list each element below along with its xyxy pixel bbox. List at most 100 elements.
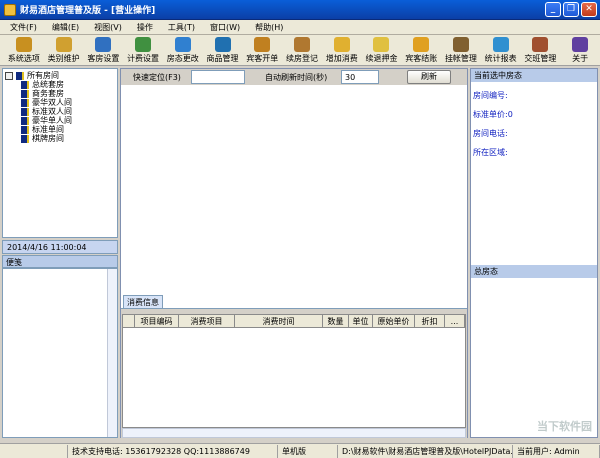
app-icon (4, 3, 16, 16)
refresh-interval-input[interactable] (341, 70, 379, 84)
book-icon (21, 98, 29, 107)
toolbar-icon (492, 37, 509, 52)
horizontal-scrollbar[interactable] (122, 428, 466, 438)
toolbar-label: 增加消费 (325, 54, 358, 63)
toolbar-button-3[interactable]: 计费设置 (123, 35, 163, 65)
tree-item-label: 商务套房 (32, 89, 64, 98)
menu-view[interactable]: 视图(V) (94, 22, 122, 33)
tree-item[interactable]: 棋牌房间 (5, 134, 115, 143)
toolbar-icon (413, 37, 430, 52)
col-item-name[interactable]: 消费项目 (179, 315, 235, 327)
toolbar-icon (333, 37, 350, 52)
quick-locate-input[interactable] (191, 70, 245, 84)
col-discount[interactable]: 折扣 (415, 315, 445, 327)
tree-item-label: 豪华双人间 (32, 98, 72, 107)
toolbar-button-7[interactable]: 续房登记 (282, 35, 322, 65)
tree-item[interactable]: 豪华单人间 (5, 116, 115, 125)
close-button[interactable]: ✕ (581, 2, 597, 17)
tree-item[interactable]: 标准单间 (5, 125, 115, 134)
book-icon (21, 89, 29, 98)
datetime-display: 2014/4/16 11:00:04 (2, 240, 118, 254)
toolbar-button-11[interactable]: 挂帐管理 (441, 35, 481, 65)
left-panel: 所有房间 总统套房 商务套房 豪华双人间 标准双人间 豪华单人间 标准单间 棋牌房间 201… (2, 68, 118, 438)
book-icon (21, 125, 29, 134)
toolbar-button-2[interactable]: 客房设置 (83, 35, 123, 65)
toolbar-button-6[interactable]: 宾客开单 (242, 35, 282, 65)
tree-item[interactable]: 豪华双人间 (5, 98, 115, 107)
toolbar-button-4[interactable]: 房态更改 (163, 35, 203, 65)
title-bar: 财易酒店管理普及版 - [营业操作] _ ❐ ✕ (0, 0, 600, 20)
tree-item[interactable]: 标准双人间 (5, 107, 115, 116)
menu-help[interactable]: 帮助(H) (255, 22, 283, 33)
book-icon (21, 116, 29, 125)
selected-room-header: 当前选中房态 (471, 69, 597, 82)
tree-item[interactable]: 总统套房 (5, 80, 115, 89)
toolbar-button-13[interactable]: 交班管理 (521, 35, 561, 65)
tree-item-label: 总统套房 (32, 80, 64, 89)
room-phone-field: 房间电话: (473, 129, 508, 138)
toolbar-label: 挂帐管理 (444, 54, 477, 63)
toolbar-button-10[interactable]: 宾客结账 (401, 35, 441, 65)
toolbar-icon (15, 37, 32, 52)
menu-file[interactable]: 文件(F) (10, 22, 37, 33)
memo-scrollbar[interactable] (107, 269, 117, 437)
menu-bar: 文件(F) 编辑(E) 视图(V) 操作 工具(T) 窗口(W) 帮助(H) (0, 20, 600, 35)
tree-item-label: 豪华单人间 (32, 116, 72, 125)
toolbar-button-1[interactable]: 类别维护 (44, 35, 84, 65)
menu-tools[interactable]: 工具(T) (168, 22, 195, 33)
consumption-grid-header: 项目编码 消费项目 消费时间 数量 单位 原始单价 折扣 ... (122, 314, 466, 328)
memo-textarea[interactable] (2, 268, 118, 438)
toolbar-label: 交班管理 (524, 54, 557, 63)
toolbar-button-0[interactable]: 系统选项 (4, 35, 44, 65)
consumption-grid-body[interactable] (122, 328, 466, 428)
toolbar-label: 续房登记 (286, 54, 318, 63)
status-bar: 技术支持电话: 15361792328 QQ:1113886749 单机版 D:… (0, 443, 600, 458)
watermark-text: 当下软件园 (537, 420, 592, 433)
tree-item-label: 棋牌房间 (32, 134, 64, 143)
book-icon (21, 80, 29, 89)
tree-item-label: 标准双人间 (32, 107, 72, 116)
col-more[interactable]: ... (445, 315, 465, 327)
status-support: 技术支持电话: 15361792328 QQ:1113886749 (68, 444, 278, 458)
toolbar-label: 关于 (572, 54, 589, 63)
menu-edit[interactable]: 编辑(E) (52, 22, 79, 33)
tree-root[interactable]: 所有房间 (5, 71, 115, 80)
book-icon (21, 107, 29, 116)
window-controls: _ ❐ ✕ (545, 2, 597, 17)
status-blank (0, 444, 68, 458)
main-room-area: 快速定位(F3) 自动刷新时间(秒) 刷新 消费信息 项目编码 消费项目 消费时… (120, 68, 468, 439)
maximize-button[interactable]: ❐ (563, 2, 579, 17)
menu-window[interactable]: 窗口(W) (210, 22, 240, 33)
toolbar-label: 房态更改 (166, 54, 199, 63)
tree-item[interactable]: 商务套房 (5, 89, 115, 98)
toolbar: 系统选项 类别维护 客房设置 计费设置 房态更改 商品管理 宾客开单 续房登记 增加消费 续退押金… (0, 35, 600, 66)
toolbar-button-14[interactable]: 关于 (560, 35, 600, 65)
col-time[interactable]: 消费时间 (235, 315, 323, 327)
toolbar-button-12[interactable]: 统计报表 (481, 35, 521, 65)
toolbar-icon (214, 37, 231, 52)
col-price[interactable]: 原始单价 (373, 315, 415, 327)
room-area-field: 所在区域: (473, 148, 508, 157)
tab-consumption[interactable]: 消费信息 (123, 295, 163, 309)
row-indicator-col (123, 315, 135, 327)
toolbar-icon (294, 37, 310, 52)
status-path: D:\财易软件\财易酒店管理普及版\HotelPJData.sys (338, 444, 513, 458)
col-unit[interactable]: 单位 (349, 315, 373, 327)
collapse-icon[interactable] (5, 71, 13, 80)
room-number-field: 房间编号: (473, 91, 508, 100)
consumption-panel: 项目编码 消费项目 消费时间 数量 单位 原始单价 折扣 ... (121, 308, 467, 439)
col-qty[interactable]: 数量 (323, 315, 349, 327)
toolbar-label: 商品管理 (206, 54, 239, 63)
tree-root-label: 所有房间 (27, 71, 59, 80)
toolbar-button-9[interactable]: 续退押金 (362, 35, 402, 65)
col-item-code[interactable]: 项目编码 (135, 315, 179, 327)
minimize-button[interactable]: _ (545, 2, 561, 17)
quick-bar: 快速定位(F3) 自动刷新时间(秒) 刷新 (121, 69, 467, 85)
toolbar-icon (55, 37, 72, 52)
toolbar-button-8[interactable]: 增加消费 (322, 35, 362, 65)
menu-operate[interactable]: 操作 (137, 22, 153, 33)
toolbar-button-5[interactable]: 商品管理 (203, 35, 243, 65)
refresh-button[interactable]: 刷新 (407, 70, 451, 84)
status-user: 当前用户: Admin (513, 444, 600, 458)
status-edition: 单机版 (278, 444, 338, 458)
